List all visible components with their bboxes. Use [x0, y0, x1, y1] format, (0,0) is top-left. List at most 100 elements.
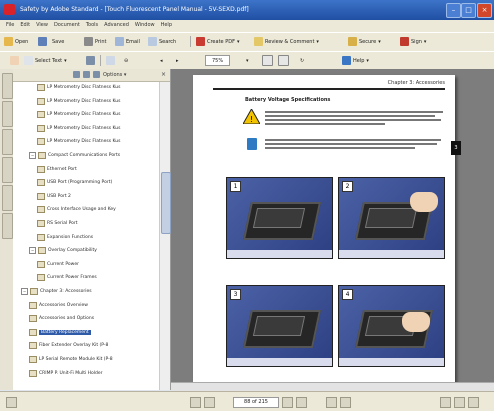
bookmark-icon	[37, 111, 45, 119]
save-button[interactable]	[38, 36, 47, 47]
snapshot-button[interactable]	[86, 55, 95, 66]
fit-page-button[interactable]	[262, 55, 273, 66]
hand-tool-button[interactable]	[10, 55, 19, 66]
zoom-dropdown[interactable]: ▾	[246, 55, 249, 66]
previous-page-button[interactable]	[204, 397, 215, 408]
bookmark-icon	[37, 206, 45, 214]
bookmark-item[interactable]: Ethernet Port	[37, 165, 77, 174]
single-page-layout-button[interactable]	[440, 397, 451, 408]
bookmark-item[interactable]: Fiber Extender Overlay Kit (P-8	[29, 341, 108, 350]
minimize-button[interactable]: –	[446, 3, 461, 18]
menu-item-file[interactable]: File	[6, 22, 14, 28]
help-button[interactable]: Help ▾	[342, 55, 369, 66]
bookmark-item[interactable]: USB Port (Programming Port)	[37, 178, 112, 187]
rotate-button[interactable]: ↻	[300, 55, 304, 66]
collapse-toggle-icon[interactable]: −	[21, 288, 28, 295]
bookmark-item[interactable]: LP Metrometry Disc Flatness Kus	[37, 83, 120, 92]
bookmark-item[interactable]: Current Power	[37, 260, 79, 269]
bookmarks-tab[interactable]	[2, 101, 13, 127]
menu-item-document[interactable]: Document	[54, 22, 80, 28]
bookmark-item[interactable]: Accessories Overview	[29, 301, 88, 310]
scrollbar-thumb[interactable]	[161, 172, 171, 234]
bookmark-label: LP Serial Remote Module Kit (P-8	[39, 357, 113, 362]
next-view-button[interactable]: ▸	[176, 55, 179, 66]
bookmark-item[interactable]: CRIMP P. Unit-Fi Multi Holder	[29, 369, 103, 378]
collapse-toggle-icon[interactable]: −	[29, 152, 36, 159]
expand-all-icon[interactable]	[73, 71, 80, 78]
create-pdf-button[interactable]: Create PDF ▾	[196, 36, 239, 47]
layers-tab[interactable]	[2, 157, 13, 183]
options-menu[interactable]: Options ▾	[103, 72, 126, 78]
bookmark-icon	[37, 179, 45, 187]
cursor-icon	[24, 56, 33, 65]
collapse-toggle-icon[interactable]: −	[29, 247, 36, 255]
bookmark-label: Current Power	[47, 261, 79, 267]
document-horizontal-scrollbar[interactable]	[171, 382, 494, 391]
new-bookmark-icon[interactable]	[93, 71, 100, 78]
last-page-button[interactable]	[296, 397, 307, 408]
bookmark-item[interactable]: Accessories and Options	[29, 314, 94, 323]
bookmark-item[interactable]: USB Port 2	[37, 192, 71, 201]
document-viewport[interactable]: Chapter 3: Accessories Battery Voltage S…	[171, 69, 494, 390]
bookmark-icon	[29, 328, 37, 336]
bookmark-item[interactable]: Expansion Functions	[37, 233, 93, 242]
menu-item-window[interactable]: Window	[135, 22, 155, 28]
zoom-in-button[interactable]	[106, 55, 115, 66]
zoom-out-button[interactable]: ⊖	[124, 55, 128, 66]
menu-item-view[interactable]: View	[36, 22, 48, 28]
bookmark-item[interactable]: LP Metrometry Disc Flatness Kus	[37, 137, 120, 146]
email-button[interactable]: Email	[115, 36, 140, 47]
bookmark-item[interactable]: Current Power Frames	[37, 273, 97, 282]
secure-button[interactable]: Secure ▾	[348, 36, 381, 47]
search-button[interactable]: Search	[148, 36, 176, 47]
bookmark-item[interactable]: RS Serial Port	[37, 219, 78, 228]
close-button[interactable]: ×	[477, 3, 492, 18]
bookmark-item[interactable]: − Chapter 3: Accessories	[21, 287, 92, 296]
text-line	[265, 115, 435, 117]
pages-tab[interactable]	[2, 73, 13, 99]
application-window: Safety by Adobe Standard - [Touch Fluore…	[0, 0, 494, 411]
open-button[interactable]: Open	[4, 36, 28, 47]
print-button[interactable]: Print	[84, 36, 107, 47]
save-label-button[interactable]: Save	[52, 36, 64, 47]
signatures-tab[interactable]	[2, 129, 13, 155]
bookmark-icon	[29, 356, 37, 363]
zoom-field[interactable]: 75%	[205, 55, 231, 66]
bookmark-icon	[38, 247, 46, 255]
previous-view-button[interactable]: ◂	[160, 55, 163, 66]
close-panel-icon[interactable]: ×	[161, 71, 166, 78]
page-number-field[interactable]: 88 of 215	[233, 397, 279, 408]
first-page-button[interactable]	[190, 397, 201, 408]
sign-button[interactable]: Sign ▾	[400, 36, 426, 47]
delete-bookmark-icon[interactable]	[83, 71, 90, 78]
facing-layout-button[interactable]	[468, 397, 479, 408]
bookmark-item[interactable]: LP Metrometry Disc Flatness Kus	[37, 124, 120, 133]
bookmarks-scrollbar[interactable]	[159, 82, 171, 390]
next-page-button[interactable]	[282, 397, 293, 408]
bookmark-item[interactable]: − Overlay Compatibility	[29, 246, 97, 255]
maximize-button[interactable]: □	[461, 3, 476, 18]
app-icon	[4, 4, 15, 15]
fit-width-button[interactable]	[278, 55, 289, 66]
bookmark-item[interactable]: LP Metrometry Disc Flatness Kus	[37, 110, 120, 119]
attachments-tab[interactable]	[2, 185, 13, 211]
bookmark-item[interactable]: Battery Replacement	[29, 328, 91, 337]
previous-view-status-button[interactable]	[326, 397, 337, 408]
continuous-layout-button[interactable]	[454, 397, 465, 408]
review-comment-button[interactable]: Review & Comment ▾	[254, 36, 319, 47]
secondary-toolbar: Select Text ▾ ⊖ ◂ ▸ 75% ▾ ↻ Help ▾	[0, 51, 494, 70]
bookmark-item[interactable]: LP Metrometry Disc Flatness Kus	[37, 97, 120, 106]
select-text-button[interactable]: Select Text ▾	[24, 55, 67, 66]
lock-icon	[348, 37, 357, 46]
bookmark-item[interactable]: Cross Interface Usage and Key	[37, 205, 116, 214]
comments-tab[interactable]	[2, 213, 13, 239]
bookmark-item[interactable]: − Compact Communications Ports	[29, 151, 120, 160]
next-view-status-button[interactable]	[340, 397, 351, 408]
menu-item-advanced[interactable]: Advanced	[104, 22, 129, 28]
menu-item-help[interactable]: Help	[161, 22, 172, 28]
menu-item-edit[interactable]: Edit	[20, 22, 30, 28]
menu-item-tools[interactable]: Tools	[86, 22, 98, 28]
photo-caption-bar	[339, 250, 444, 258]
bookmark-item[interactable]: LP Serial Remote Module Kit (P-8	[29, 355, 113, 364]
chevron-down-icon: ▾	[236, 38, 240, 45]
